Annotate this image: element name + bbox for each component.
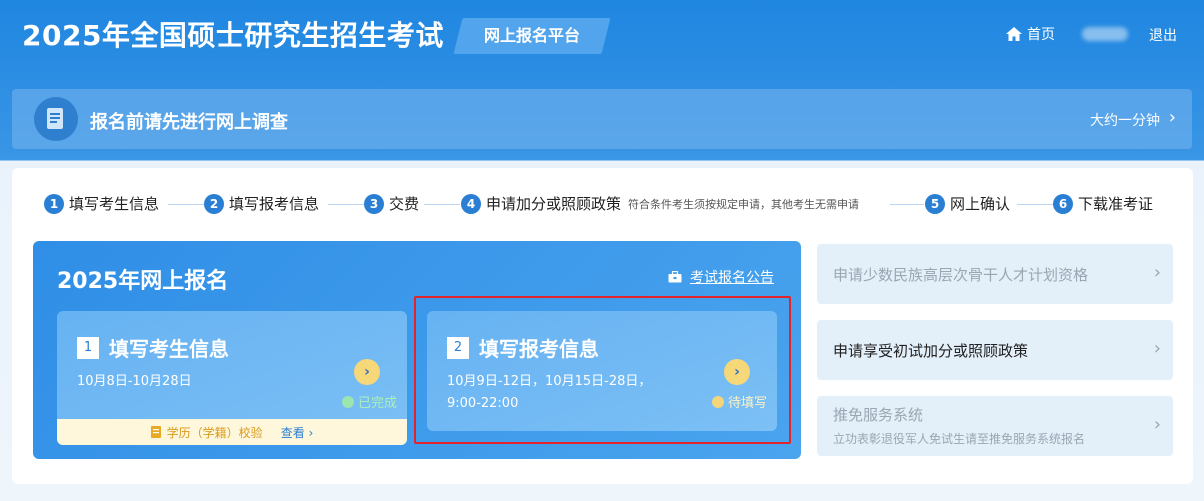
step-5: 5 网上确认 <box>925 193 1010 214</box>
step-connector <box>890 204 924 205</box>
document-icon <box>150 426 161 438</box>
option-label: 申请享受初试加分或照顾政策 <box>833 342 1029 360</box>
chevron-right-icon: › <box>1153 262 1161 283</box>
option-minority-program[interactable]: 申请少数民族高层次骨干人才计划资格 › <box>817 244 1173 304</box>
header: 2025年全国硕士研究生招生考试 网上报名平台 首页 退出 <box>0 0 1204 80</box>
step-note: 符合条件考生须按规定申请，其他考生无需申请 <box>628 197 860 211</box>
go-button[interactable]: › <box>354 359 380 385</box>
step-connector <box>168 204 204 205</box>
chevron-right-icon: › <box>1153 338 1161 359</box>
announcement-link[interactable]: 考试报名公告 <box>668 267 774 287</box>
highlight-box <box>414 296 791 444</box>
step-number: 2 <box>204 193 224 214</box>
step-progress: 1 填写考生信息 2 填写报考信息 3 交费 4 申请加分或照顾政策 符合条件考… <box>32 193 1162 217</box>
home-link[interactable]: 首页 <box>1005 24 1055 44</box>
option-label: 申请少数民族高层次骨干人才计划资格 <box>833 266 1089 284</box>
check-circle-icon <box>341 395 354 408</box>
option-sublabel: 立功表彰退役军人免试生请至推免服务系统报名 <box>833 432 1086 446</box>
step-connector <box>424 204 460 205</box>
step-number: 1 <box>44 193 64 214</box>
step-4: 4 申请加分或照顾政策 符合条件考生须按规定申请，其他考生无需申请 <box>461 193 859 214</box>
briefcase-icon <box>668 271 682 283</box>
announcement-label: 考试报名公告 <box>690 270 774 286</box>
home-label: 首页 <box>1027 27 1055 43</box>
education-verify-bar: 学历（学籍）校验 查看 › <box>57 419 407 445</box>
site-title: 2025年全国硕士研究生招生考试 <box>22 19 444 52</box>
step-6: 6 下载准考证 <box>1053 193 1153 214</box>
step-connector <box>1017 204 1053 205</box>
platform-tag: 网上报名平台 <box>453 18 611 54</box>
username-blurred <box>1082 27 1128 41</box>
chevron-right-icon: › <box>364 364 370 380</box>
step-number: 4 <box>461 193 481 214</box>
step-label: 网上确认 <box>950 195 1011 213</box>
step-label: 交费 <box>389 195 420 213</box>
chevron-right-icon: › <box>1153 414 1161 435</box>
step-1: 1 填写考生信息 <box>44 193 159 214</box>
platform-tag-label: 网上报名平台 <box>483 26 580 45</box>
step-connector <box>328 204 364 205</box>
step-3: 3 交费 <box>364 193 419 214</box>
step-label: 填写考生信息 <box>69 195 160 213</box>
logout-link[interactable]: 退出 <box>1149 25 1177 45</box>
survey-text: 报名前请先进行网上调查 <box>90 112 288 133</box>
step-label: 申请加分或照顾政策 <box>486 195 622 213</box>
option-bonus-policy[interactable]: 申请享受初试加分或照顾政策 › <box>817 320 1173 380</box>
status-badge: 已完成 <box>341 392 397 411</box>
verify-label: 学历（学籍）校验 <box>166 425 263 440</box>
home-icon <box>1006 27 1022 41</box>
step-number: 6 <box>1053 193 1073 214</box>
status-label: 已完成 <box>357 396 397 411</box>
card-date: 10月8日-10月28日 <box>77 374 192 389</box>
view-link[interactable]: 查看 › <box>281 424 314 441</box>
card-fill-candidate-info[interactable]: 1 填写考生信息 10月8日-10月28日 › 已完成 学历（学籍）校验 查看 … <box>57 311 407 445</box>
chevron-right-icon: › <box>1168 107 1176 128</box>
survey-banner[interactable]: 报名前请先进行网上调查 大约一分钟 › <box>12 89 1192 149</box>
document-icon <box>34 97 78 141</box>
panel-title: 2025年网上报名 <box>57 269 229 294</box>
survey-duration: 大约一分钟 <box>1090 113 1160 129</box>
step-number: 5 <box>925 193 945 214</box>
option-label: 推免服务系统 <box>833 406 924 424</box>
step-label: 填写报考信息 <box>229 195 320 213</box>
option-recommendation-system[interactable]: 推免服务系统 立功表彰退役军人免试生请至推免服务系统报名 › <box>817 396 1173 456</box>
card-title: 填写考生信息 <box>109 337 229 361</box>
step-number: 3 <box>364 193 384 214</box>
step-label: 下载准考证 <box>1078 195 1154 213</box>
card-number: 1 <box>77 336 99 359</box>
step-2: 2 填写报考信息 <box>204 193 319 214</box>
